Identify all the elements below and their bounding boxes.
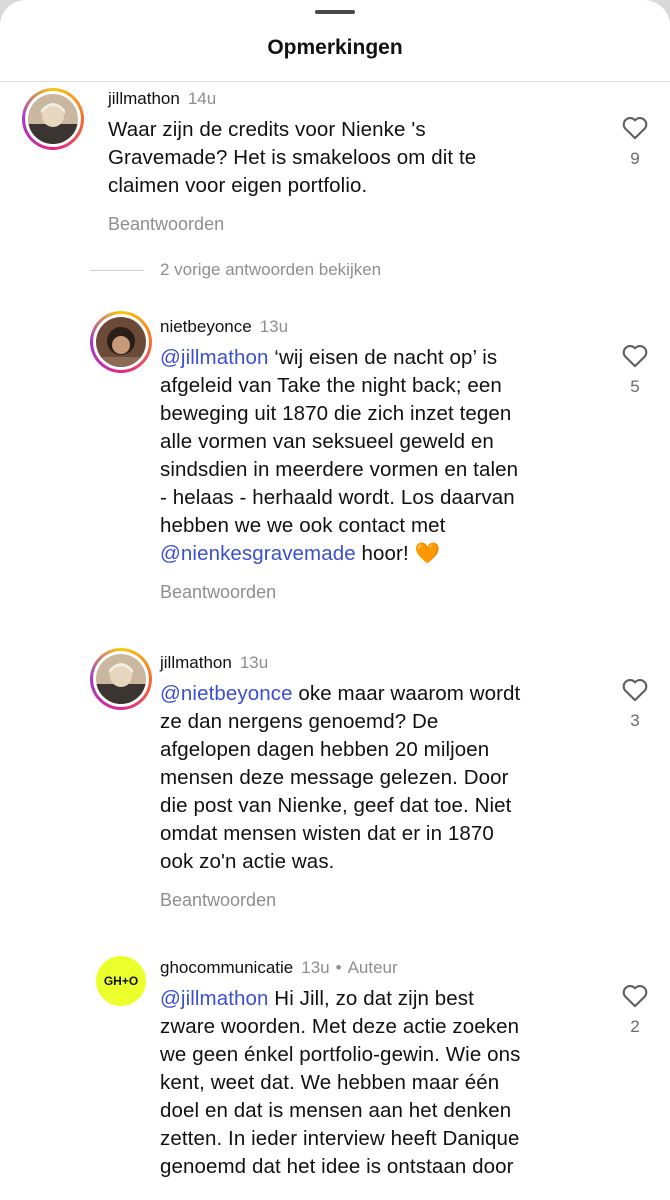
avatar[interactable] — [22, 88, 84, 150]
like-count: 9 — [630, 149, 640, 168]
username[interactable]: jillmathon — [108, 89, 180, 108]
avatar[interactable] — [90, 648, 152, 710]
heart-outline-icon[interactable] — [621, 679, 649, 706]
like-count: 5 — [630, 377, 640, 396]
comment: jillmathon 14u Waar zijn de credits voor … — [108, 88, 608, 235]
heart-outline-icon[interactable] — [621, 985, 649, 1012]
comment-text: @nietbeyonce oke maar waarom wordt ze da… — [160, 682, 521, 873]
like-button[interactable]: 5 — [620, 342, 650, 397]
heart-outline-icon[interactable] — [621, 117, 649, 144]
heart-outline-icon[interactable] — [621, 345, 649, 372]
separator-dot: • — [335, 958, 342, 977]
like-count: 3 — [630, 711, 640, 730]
timestamp: 13u — [301, 958, 330, 977]
like-button[interactable]: 9 — [620, 114, 650, 169]
comment-text: Waar zijn de credits voor Nienke 's Grav… — [108, 118, 477, 197]
avatar[interactable] — [90, 311, 152, 373]
username[interactable]: nietbeyonce — [160, 317, 252, 336]
comment: ghocommunicatie 13u • Auteur @jillmathon Hi… — [160, 957, 615, 1181]
brand-logo: GH+O — [103, 974, 139, 988]
timestamp: 13u — [259, 317, 289, 336]
view-previous-replies[interactable]: 2 vorige antwoorden bekijken — [90, 258, 381, 282]
reply-button[interactable]: Beantwoorden — [160, 890, 615, 911]
timestamp: 13u — [239, 653, 269, 672]
username[interactable]: jillmathon — [160, 653, 232, 672]
username[interactable]: ghocommunicatie — [160, 958, 293, 977]
like-button[interactable]: 3 — [620, 676, 650, 731]
like-button[interactable]: 2 — [620, 982, 650, 1037]
mention-link[interactable]: @jillmathon — [160, 987, 269, 1010]
reply-button[interactable]: Beantwoorden — [108, 214, 608, 235]
avatar[interactable]: GH+O — [90, 950, 152, 1012]
comment-text: @jillmathon Hi Jill, zo dat zijn best zw… — [160, 987, 521, 1178]
mention-link[interactable]: @jillmathon — [160, 346, 269, 369]
mention-link[interactable]: @nienkesgravemade — [160, 542, 356, 565]
comment-text: @jillmathon ‘wij eisen de nacht op’ is a… — [160, 346, 519, 565]
header-divider — [0, 81, 670, 82]
page-title: Opmerkingen — [267, 36, 403, 59]
comments-sheet: Opmerkingen jillmathon 14u Waar zijn de c… — [0, 0, 670, 1200]
drag-handle[interactable] — [315, 10, 355, 14]
view-replies-label: 2 vorige antwoorden bekijken — [160, 260, 382, 279]
timestamp: 14u — [187, 89, 217, 108]
author-badge: Auteur — [347, 958, 398, 977]
comment: nietbeyonce 13u @jillmathon ‘wij eisen de… — [160, 316, 615, 603]
like-count: 2 — [630, 1017, 640, 1036]
replies-divider — [90, 269, 144, 271]
mention-link[interactable]: @nietbeyonce — [160, 682, 293, 705]
reply-button[interactable]: Beantwoorden — [160, 582, 615, 603]
comment: jillmathon 13u @nietbeyonce oke maar waar… — [160, 652, 615, 911]
